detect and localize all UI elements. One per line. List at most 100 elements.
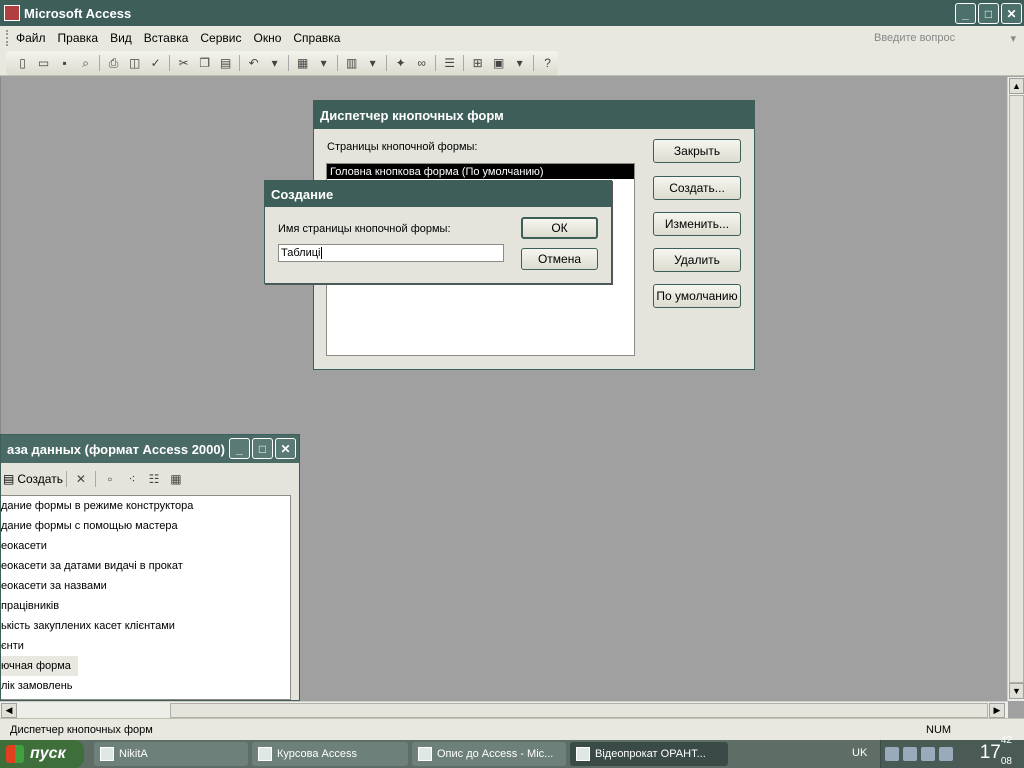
list-item[interactable]: працівників [1, 596, 290, 616]
title-bar: Microsoft Access _ □ ✕ [0, 0, 1024, 26]
chevron-down-icon[interactable]: ▾ [267, 55, 282, 71]
task-label: Відеопрокат ОРАНТ... [595, 748, 706, 760]
taskbar-item-course-access[interactable]: Курсова Access [252, 742, 408, 766]
new-object-icon[interactable]: ▣ [491, 55, 506, 71]
restore-button[interactable]: □ [978, 3, 999, 24]
chevron-down-icon[interactable]: ▾ [512, 55, 527, 71]
spellcheck-icon[interactable]: ✓ [148, 55, 163, 71]
scroll-left-icon[interactable]: ◀ [1, 703, 17, 718]
properties-icon[interactable]: ☰ [442, 55, 457, 71]
list-item[interactable]: дание формы с помощью мастера [1, 516, 290, 536]
undo-icon[interactable]: ↶ [246, 55, 261, 71]
menu-bar: Файл Правка Вид Вставка Сервис Окно Спра… [0, 26, 1024, 50]
list-item[interactable]: ючная форма [1, 656, 78, 676]
toolbar-separator [337, 55, 339, 71]
menu-file[interactable]: Файл [10, 31, 52, 45]
ok-button[interactable]: ОК [521, 217, 598, 239]
new-icon[interactable]: ▯ [15, 55, 30, 71]
create-page-titlebar[interactable]: Создание [265, 181, 611, 207]
list-item[interactable]: єнти [1, 636, 290, 656]
chevron-down-icon[interactable]: ▾ [316, 55, 331, 71]
ask-question-box[interactable]: Введите вопрос ▾ [870, 29, 1020, 47]
horizontal-scroll-thumb[interactable] [170, 703, 988, 718]
network-icon[interactable] [885, 747, 899, 761]
scroll-up-icon[interactable]: ▲ [1009, 78, 1024, 94]
list-item[interactable]: еокасети за назвами [1, 576, 290, 596]
pages-label: Страницы кнопочной формы: [327, 141, 478, 153]
delete-icon[interactable]: ✕ [73, 471, 89, 487]
small-icons-icon[interactable]: ⁖ [124, 471, 140, 487]
clock[interactable]: 1742 08 [980, 735, 1012, 767]
status-text: Диспетчер кнопочных форм [10, 723, 153, 736]
language-indicator[interactable]: UK [852, 747, 867, 759]
horizontal-scrollbar[interactable]: ◀ ▶ [0, 701, 1008, 718]
minimize-button[interactable]: _ [955, 3, 976, 24]
maximize-button[interactable]: □ [252, 438, 273, 459]
chevron-down-icon[interactable]: ▾ [1010, 32, 1016, 45]
close-button[interactable]: ✕ [275, 438, 296, 459]
analyze-icon[interactable]: ▥ [344, 55, 359, 71]
close-button[interactable]: ✕ [1001, 3, 1022, 24]
window-icon [100, 747, 114, 761]
office-links-icon[interactable]: ▦ [295, 55, 310, 71]
start-button[interactable]: пуск [0, 740, 84, 768]
minimize-button[interactable]: _ [229, 438, 250, 459]
close-button[interactable]: Закрыть [653, 139, 741, 163]
word-icon [418, 747, 432, 761]
list-item[interactable]: ькість закуплених касет клієнтами [1, 616, 290, 636]
print-icon[interactable]: ⎙ [106, 55, 121, 71]
taskbar: пуск NikitA Курсова Access Опис до Acces… [0, 735, 1024, 768]
design-icon: ▤ [3, 472, 15, 486]
cancel-button[interactable]: Отмена [521, 248, 598, 270]
save-icon[interactable]: ▪ [57, 55, 72, 71]
scroll-right-icon[interactable]: ▶ [989, 703, 1005, 718]
menu-insert[interactable]: Вставка [138, 31, 195, 45]
cut-icon[interactable]: ✂ [176, 55, 191, 71]
list-item[interactable]: дание формы в режиме конструктора [1, 496, 290, 516]
set-default-button[interactable]: По умолчанию [653, 284, 741, 308]
list-item[interactable]: лік замовлень [1, 676, 290, 696]
menu-tools[interactable]: Сервис [194, 31, 247, 45]
relationships-icon[interactable]: ⊞ [470, 55, 485, 71]
menu-view[interactable]: Вид [104, 31, 138, 45]
print-preview-icon[interactable]: ◫ [127, 55, 142, 71]
create-button[interactable]: ▤ Создать [1, 472, 63, 486]
list-item[interactable]: еокасети за датами видачі в прокат [1, 556, 290, 576]
edit-button[interactable]: Изменить... [653, 212, 741, 236]
help-icon[interactable]: ? [540, 55, 555, 71]
paste-icon[interactable]: ▤ [218, 55, 233, 71]
clock-minute: 42 [1000, 734, 1012, 746]
page-name-input[interactable]: Таблиці [278, 244, 504, 262]
link-icon[interactable]: ∞ [414, 55, 429, 71]
menu-help[interactable]: Справка [287, 31, 346, 45]
toolbar-separator [94, 471, 96, 487]
page-name-label: Имя страницы кнопочной формы: [278, 223, 451, 235]
chevron-down-icon[interactable]: ▾ [365, 55, 380, 71]
vertical-scrollbar[interactable]: ▲ ▼ [1007, 77, 1024, 701]
list-item[interactable]: еокасети [1, 536, 290, 556]
details-view-icon[interactable]: ▦ [168, 471, 184, 487]
task-label: Курсова Access [277, 748, 357, 760]
antivirus-icon[interactable] [939, 747, 953, 761]
delete-button[interactable]: Удалить [653, 248, 741, 272]
open-icon[interactable]: ▭ [36, 55, 51, 71]
large-icons-icon[interactable]: ▫ [102, 471, 118, 487]
scroll-down-icon[interactable]: ▼ [1009, 683, 1024, 699]
code-icon[interactable]: ✦ [393, 55, 408, 71]
vertical-scroll-thumb[interactable] [1009, 95, 1024, 683]
taskbar-item-nikita[interactable]: NikitA [94, 742, 248, 766]
create-button[interactable]: Создать... [653, 176, 741, 200]
access-app-icon[interactable] [4, 5, 20, 21]
volume-icon[interactable] [921, 747, 935, 761]
taskbar-item-videoprokat[interactable]: Відеопрокат ОРАНТ... [570, 742, 728, 766]
list-view-icon[interactable]: ☷ [146, 471, 162, 487]
menu-edit[interactable]: Правка [52, 31, 105, 45]
menu-window[interactable]: Окно [247, 31, 287, 45]
search-icon[interactable]: ⌕ [78, 55, 93, 71]
switchboard-manager-titlebar[interactable]: Диспетчер кнопочных форм [314, 101, 754, 129]
window-title: Microsoft Access [24, 5, 132, 21]
list-item[interactable]: Головна кнопкова форма (По умолчанию) [327, 164, 634, 179]
taskbar-item-word-doc[interactable]: Опис до Access - Mic... [412, 742, 566, 766]
copy-icon[interactable]: ❐ [197, 55, 212, 71]
display-icon[interactable] [903, 747, 917, 761]
